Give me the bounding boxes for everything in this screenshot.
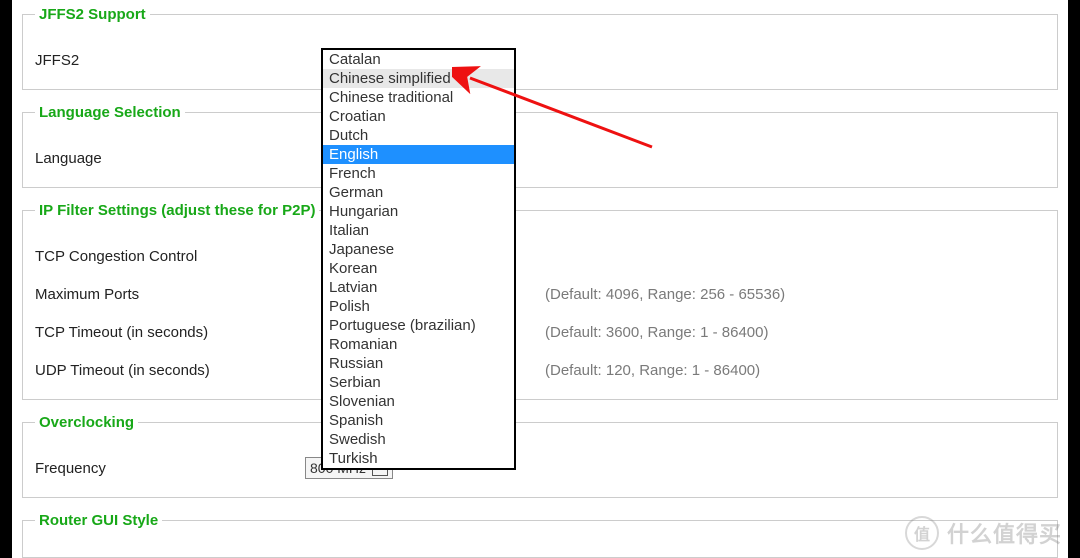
watermark-badge: 值 bbox=[905, 516, 939, 550]
language-option[interactable]: Slovenian bbox=[323, 392, 514, 411]
label-max-ports: Maximum Ports bbox=[35, 286, 305, 303]
legend-jffs2: JFFS2 Support bbox=[35, 6, 150, 23]
legend-ipfilter: IP Filter Settings (adjust these for P2P… bbox=[35, 202, 319, 219]
row-jffs2: JFFS2 bbox=[35, 47, 1045, 73]
language-option[interactable]: Italian bbox=[323, 221, 514, 240]
row-tcp-congestion: TCP Congestion Control bbox=[35, 243, 1045, 269]
hint-udp-timeout: (Default: 120, Range: 1 - 86400) bbox=[545, 362, 760, 379]
language-option[interactable]: English bbox=[323, 145, 514, 164]
label-language: Language bbox=[35, 150, 305, 167]
language-option[interactable]: Catalan bbox=[323, 50, 514, 69]
language-option[interactable]: Chinese simplified bbox=[323, 69, 514, 88]
language-option[interactable]: Korean bbox=[323, 259, 514, 278]
language-option[interactable]: German bbox=[323, 183, 514, 202]
legend-gui-style: Router GUI Style bbox=[35, 512, 162, 529]
row-max-ports: Maximum Ports (Default: 4096, Range: 256… bbox=[35, 281, 1045, 307]
label-tcp-congestion: TCP Congestion Control bbox=[35, 248, 305, 265]
fieldset-jffs2: JFFS2 Support JFFS2 bbox=[22, 6, 1058, 90]
language-option[interactable]: Japanese bbox=[323, 240, 514, 259]
label-tcp-timeout: TCP Timeout (in seconds) bbox=[35, 324, 305, 341]
label-udp-timeout: UDP Timeout (in seconds) bbox=[35, 362, 305, 379]
row-language: Language bbox=[35, 145, 1045, 171]
watermark: 值 什么值得买 bbox=[905, 516, 1062, 550]
fieldset-gui-style: Router GUI Style bbox=[22, 512, 1058, 558]
language-option[interactable]: Polish bbox=[323, 297, 514, 316]
language-option[interactable]: Hungarian bbox=[323, 202, 514, 221]
watermark-text: 什么值得买 bbox=[947, 517, 1062, 549]
language-option[interactable]: Romanian bbox=[323, 335, 514, 354]
language-option[interactable]: Chinese traditional bbox=[323, 88, 514, 107]
row-frequency: Frequency 800 MHz ▾ bbox=[35, 455, 1045, 481]
row-tcp-timeout: TCP Timeout (in seconds) (Default: 3600,… bbox=[35, 319, 1045, 345]
language-option[interactable]: Spanish bbox=[323, 411, 514, 430]
legend-language: Language Selection bbox=[35, 104, 185, 121]
language-option[interactable]: Dutch bbox=[323, 126, 514, 145]
language-dropdown[interactable]: CatalanChinese simplifiedChinese traditi… bbox=[321, 48, 516, 470]
label-jffs2: JFFS2 bbox=[35, 52, 305, 69]
fieldset-ipfilter: IP Filter Settings (adjust these for P2P… bbox=[22, 202, 1058, 400]
hint-max-ports: (Default: 4096, Range: 256 - 65536) bbox=[545, 286, 785, 303]
language-option[interactable]: Serbian bbox=[323, 373, 514, 392]
language-option[interactable]: Croatian bbox=[323, 107, 514, 126]
language-option[interactable]: French bbox=[323, 164, 514, 183]
language-option[interactable]: Portuguese (brazilian) bbox=[323, 316, 514, 335]
page-container: JFFS2 Support JFFS2 Language Selection L… bbox=[12, 0, 1068, 558]
language-option[interactable]: Turkish bbox=[323, 449, 514, 468]
language-option[interactable]: Latvian bbox=[323, 278, 514, 297]
hint-tcp-timeout: (Default: 3600, Range: 1 - 86400) bbox=[545, 324, 768, 341]
language-option[interactable]: Swedish bbox=[323, 430, 514, 449]
legend-overclocking: Overclocking bbox=[35, 414, 138, 431]
row-udp-timeout: UDP Timeout (in seconds) (Default: 120, … bbox=[35, 357, 1045, 383]
fieldset-language: Language Selection Language bbox=[22, 104, 1058, 188]
language-option[interactable]: Russian bbox=[323, 354, 514, 373]
fieldset-overclocking: Overclocking Frequency 800 MHz ▾ bbox=[22, 414, 1058, 498]
label-frequency: Frequency bbox=[35, 460, 305, 477]
